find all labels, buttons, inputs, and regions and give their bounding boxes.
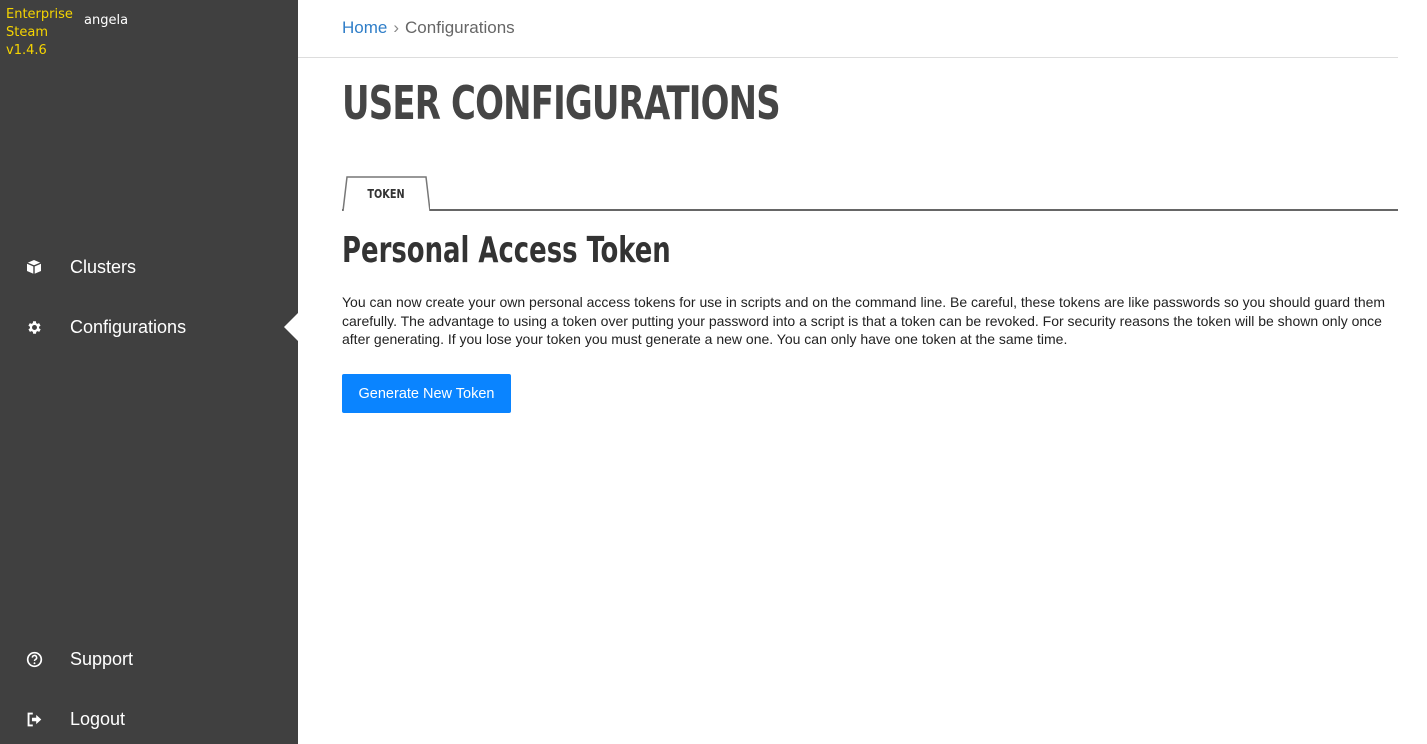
sidebar-item-label: Clusters — [70, 256, 137, 277]
chevron-right-icon: › — [393, 18, 400, 37]
cube-icon — [25, 258, 43, 276]
sidebar-item-configurations[interactable]: Configurations — [0, 307, 298, 347]
tab-label: TOKEN — [367, 186, 405, 201]
brand-logo[interactable]: Enterprise Steam v1.4.6 — [6, 6, 73, 60]
main-content: Home › Configurations USER CONFIGURATIONS … — [298, 0, 1398, 744]
page-title: USER CONFIGURATIONS — [342, 76, 781, 130]
section-title: Personal Access Token — [342, 230, 671, 271]
active-indicator — [284, 313, 298, 341]
breadcrumb: Home › Configurations — [342, 18, 515, 38]
token-description: You can now create your own personal acc… — [342, 294, 1386, 347]
sidebar-item-clusters[interactable]: Clusters — [0, 247, 298, 287]
breadcrumb-home-link[interactable]: Home — [342, 18, 387, 37]
tab-token[interactable]: TOKEN — [342, 176, 430, 211]
brand-version: v1.4.6 — [6, 43, 47, 58]
brand-name-line1: Enterprise — [6, 7, 73, 22]
sidebar-item-support[interactable]: Support — [0, 639, 298, 679]
question-circle-icon — [25, 650, 43, 668]
gear-icon — [25, 318, 43, 336]
sign-out-icon — [25, 710, 43, 728]
brand-name-line2: Steam — [6, 25, 48, 40]
header-divider — [298, 57, 1398, 58]
sidebar-item-logout[interactable]: Logout — [0, 699, 298, 739]
sidebar-item-label: Configurations — [70, 316, 187, 337]
breadcrumb-current: Configurations — [405, 18, 515, 37]
tabs-divider — [342, 209, 1398, 211]
sidebar-item-label: Support — [70, 648, 134, 669]
generate-token-button[interactable]: Generate New Token — [342, 374, 511, 413]
sidebar: Enterprise Steam v1.4.6 angela Clusters … — [0, 0, 298, 744]
username[interactable]: angela — [84, 13, 128, 28]
app-root: Enterprise Steam v1.4.6 angela Clusters … — [0, 0, 1427, 744]
sidebar-item-label: Logout — [70, 708, 126, 729]
